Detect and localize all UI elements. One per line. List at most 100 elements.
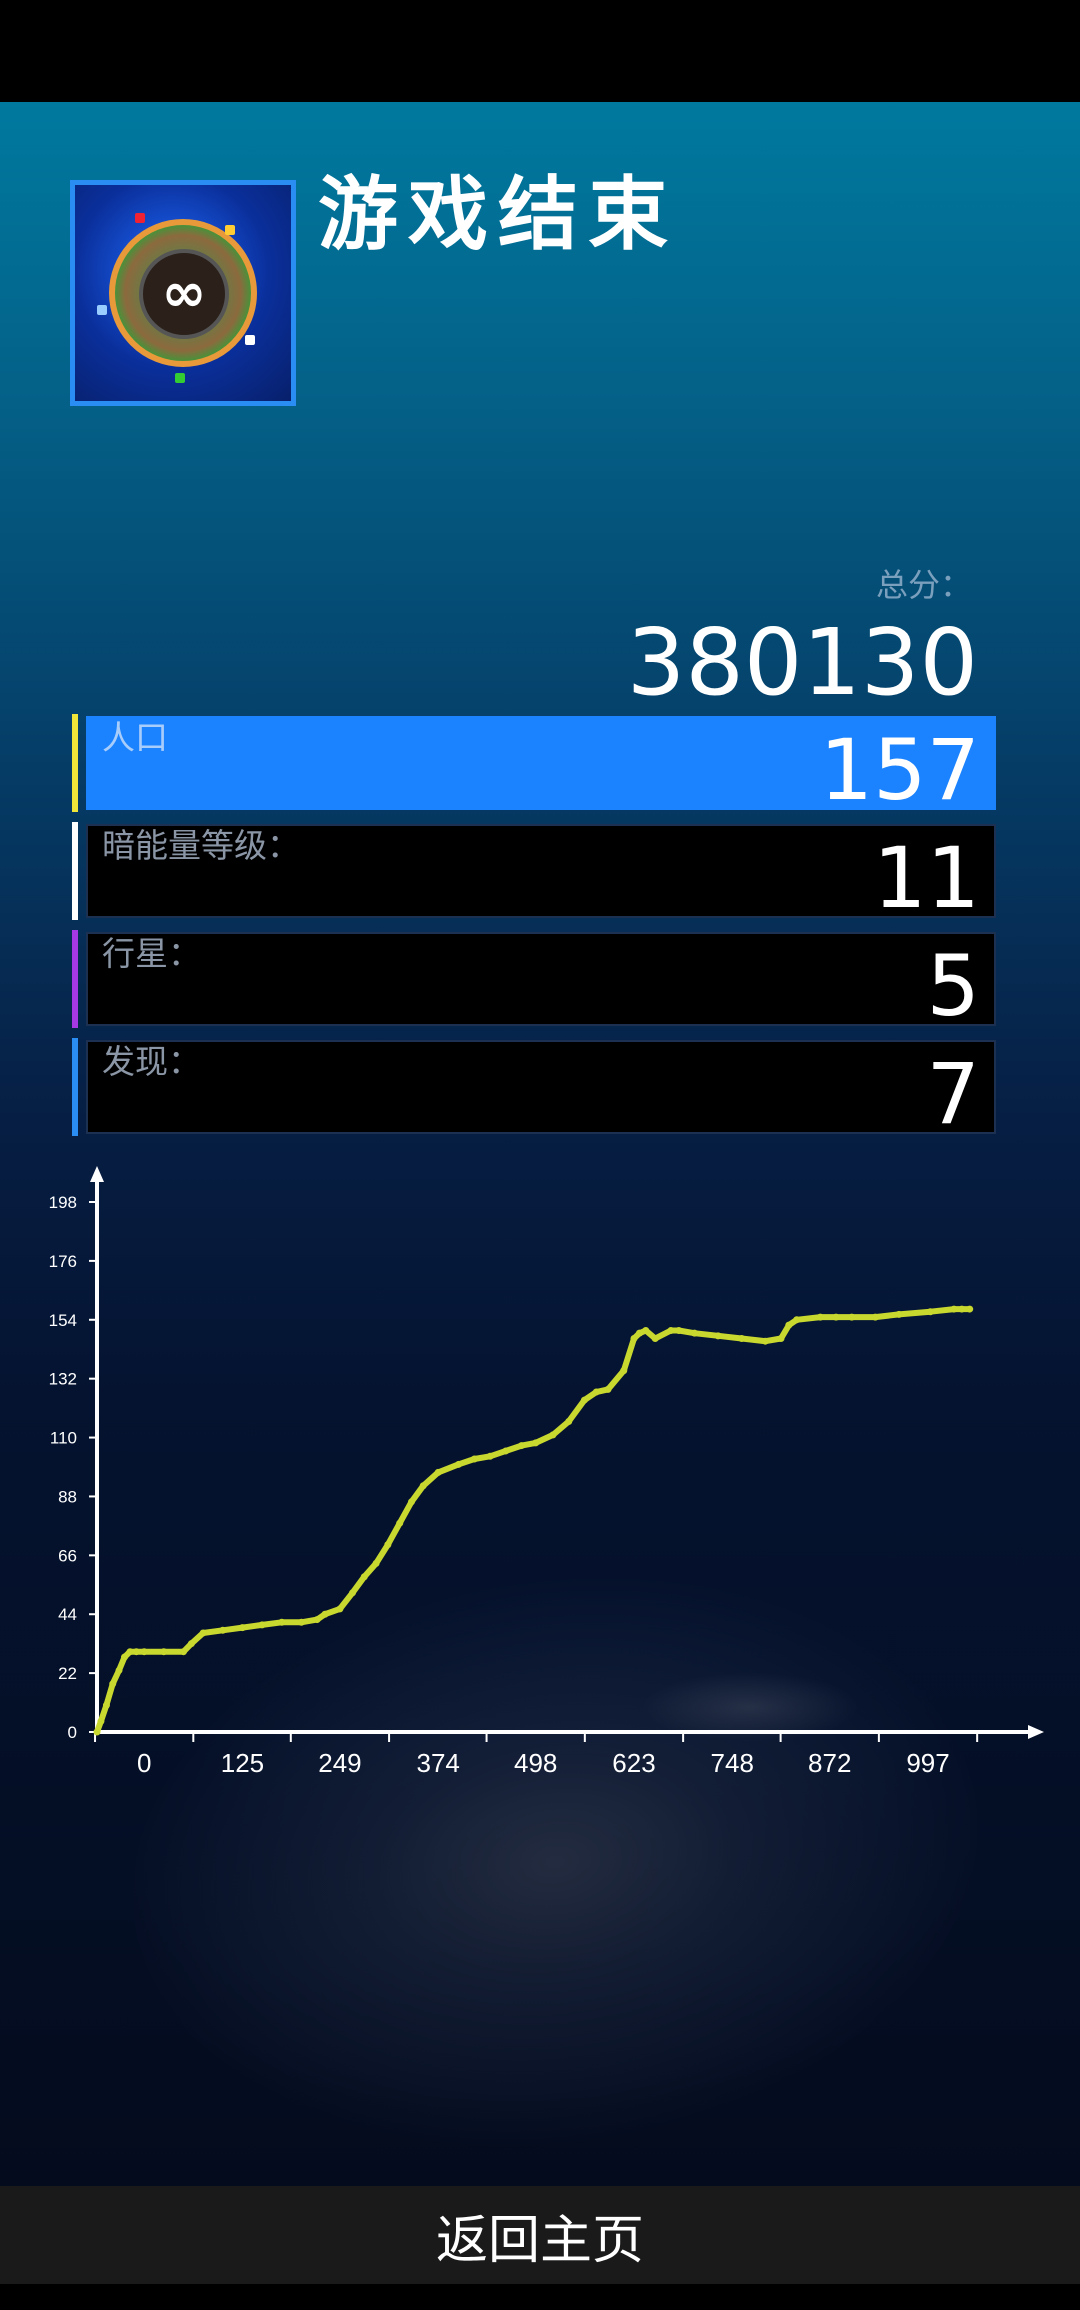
y-tick-label: 198: [49, 1193, 77, 1212]
stat-label: 发现：: [102, 1042, 201, 1081]
series-point: [642, 1326, 650, 1334]
series-point: [115, 1666, 123, 1674]
series-point: [848, 1313, 856, 1321]
series-point: [93, 1728, 101, 1736]
stat-accent-bar: [72, 930, 78, 1028]
x-tick-label: 374: [417, 1748, 460, 1778]
series-point: [419, 1482, 427, 1490]
series-point: [126, 1648, 134, 1656]
stat-row-population: 人口 157: [72, 714, 996, 818]
stat-accent-bar: [72, 1038, 78, 1136]
series-point: [219, 1626, 227, 1634]
stat-accent-bar: [72, 714, 78, 812]
total-score-label: 总分：: [875, 566, 972, 604]
y-tick-label: 22: [58, 1664, 77, 1683]
x-tick-label: 498: [514, 1748, 557, 1778]
series-point: [132, 1648, 140, 1656]
game-over-screen: [0, 102, 1080, 2186]
series-point: [360, 1573, 368, 1581]
series-point: [486, 1452, 494, 1460]
x-tick-label: 997: [906, 1748, 949, 1778]
series-point: [349, 1589, 357, 1597]
series-point: [313, 1616, 321, 1624]
stat-value: 11: [873, 829, 980, 927]
series-point: [620, 1367, 628, 1375]
series-point: [407, 1498, 415, 1506]
series-point: [179, 1648, 187, 1656]
series-point: [958, 1305, 966, 1313]
x-tick-label: 0: [137, 1748, 151, 1778]
page-title: 游戏结束: [318, 168, 678, 261]
total-score-value: 380130: [626, 609, 978, 716]
series-point: [258, 1621, 266, 1629]
stat-label: 人口: [102, 718, 168, 757]
series-point: [278, 1618, 286, 1626]
series-point: [321, 1610, 329, 1618]
series-point: [502, 1447, 510, 1455]
y-tick-label: 66: [58, 1546, 77, 1565]
series-point: [121, 1653, 129, 1661]
series-point: [187, 1640, 195, 1648]
series-point: [140, 1648, 148, 1656]
tree-icon: [175, 373, 185, 383]
series-point: [816, 1313, 824, 1321]
series-point: [832, 1313, 840, 1321]
series-point: [396, 1519, 404, 1527]
series-point: [160, 1648, 168, 1656]
series-point: [871, 1313, 879, 1321]
x-tick-label: 748: [711, 1748, 754, 1778]
series-point: [777, 1335, 785, 1343]
series-point: [738, 1335, 746, 1343]
y-tick-label: 44: [58, 1605, 77, 1624]
series-point: [470, 1455, 478, 1463]
building-icon: [135, 213, 145, 223]
series-point: [238, 1624, 246, 1632]
infinity-icon: ∞: [161, 261, 207, 324]
series-point: [434, 1468, 442, 1476]
stat-value: 5: [926, 937, 980, 1035]
series-point: [950, 1305, 958, 1313]
series-point: [297, 1618, 305, 1626]
building-icon: [225, 225, 235, 235]
series-point: [635, 1329, 643, 1337]
series-point: [549, 1431, 557, 1439]
series-point: [691, 1329, 699, 1337]
y-tick-label: 110: [50, 1429, 77, 1448]
series-point: [336, 1605, 344, 1613]
x-tick-label: 623: [612, 1748, 655, 1778]
series-point: [532, 1439, 540, 1447]
y-tick-label: 0: [68, 1723, 77, 1742]
y-tick-label: 88: [58, 1487, 77, 1506]
population-series-line: [94, 1306, 973, 1735]
stat-accent-bar: [72, 822, 78, 920]
y-tick-label: 176: [49, 1252, 77, 1271]
series-point: [199, 1629, 207, 1637]
series-point: [926, 1308, 934, 1316]
x-tick-label: 872: [808, 1748, 851, 1778]
series-point: [372, 1559, 380, 1567]
series-point: [102, 1701, 110, 1709]
series-point: [714, 1332, 722, 1340]
series-point: [455, 1460, 463, 1468]
stat-label: 行星：: [102, 934, 201, 973]
series-point: [630, 1335, 638, 1343]
series-point: [761, 1337, 769, 1345]
series-point: [565, 1417, 573, 1425]
series-point: [580, 1396, 588, 1404]
population-chart: 0 22 44 66 88 110 132 154 176 198 0 125 249 374 498 623…: [20, 1160, 1060, 1800]
y-tick-label: 132: [49, 1370, 77, 1389]
series-point: [895, 1310, 903, 1318]
building-icon: [245, 335, 255, 345]
series-point: [667, 1326, 675, 1334]
series-point: [604, 1385, 612, 1393]
stat-value: 157: [819, 721, 980, 819]
series-point: [592, 1388, 600, 1396]
stat-value: 7: [926, 1045, 980, 1143]
stat-row-planets: 行星： 5: [72, 930, 996, 1034]
return-home-button[interactable]: 返回主页: [0, 2186, 1080, 2284]
series-point: [97, 1717, 105, 1725]
series-point: [384, 1541, 392, 1549]
stat-label: 暗能量等级：: [102, 826, 300, 865]
stat-row-discoveries: 发现： 7: [72, 1038, 996, 1142]
status-bar: [0, 0, 1080, 102]
